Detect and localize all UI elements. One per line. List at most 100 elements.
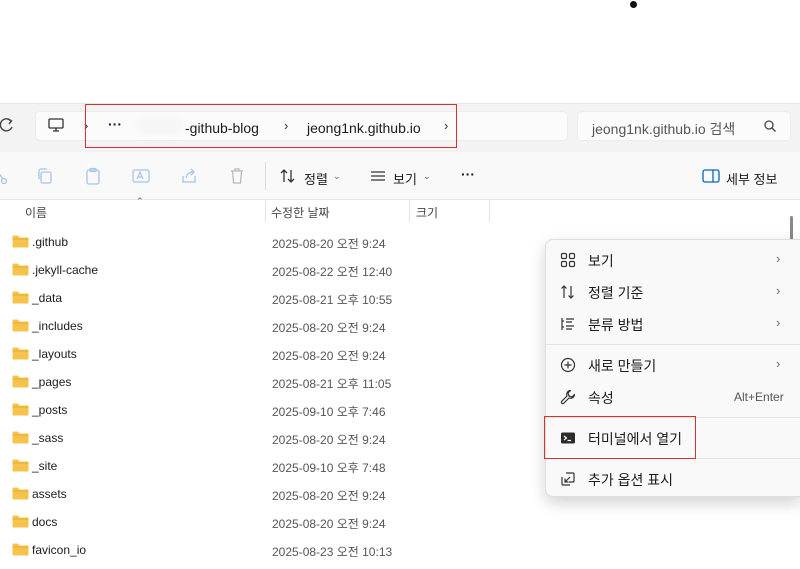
file-modified-date: 2025-08-21 오후 11:05 [272,377,392,391]
file-row[interactable]: .jekyll-cache 2025-08-22 오전 12:40 [0,256,540,284]
folder-icon [12,515,29,528]
sort-ascending-icon: ⌃ [136,196,144,206]
share-icon[interactable] [180,167,198,185]
delete-icon[interactable] [228,167,246,185]
details-pane-icon[interactable] [702,167,720,185]
cursor-dot [630,1,637,8]
menu-divider [546,344,800,345]
column-header-size[interactable]: 크기 [416,204,438,221]
file-row[interactable]: assets 2025-08-20 오전 9:24 [0,480,540,508]
column-header-name[interactable]: 이름 [25,204,47,221]
column-header-modified[interactable]: 수정한 날짜 [271,204,330,221]
refresh-icon[interactable] [0,117,14,135]
wrench-icon [560,389,576,405]
menu-item-properties[interactable]: 속성 Alt+Enter [546,382,800,412]
column-divider[interactable] [489,200,490,222]
file-modified-date: 2025-08-21 오후 10:55 [272,293,393,307]
menu-label: 분류 방법 [588,317,644,333]
file-name: _includes [32,319,83,333]
file-name: .github [32,235,69,249]
highlight-box-breadcrumb [85,104,457,148]
file-name: docs [32,515,58,529]
folder-icon [12,319,29,332]
file-modified-date: 2025-08-20 오전 9:24 [272,349,386,363]
folder-icon [12,291,29,304]
menu-item-sort-by[interactable]: 정렬 기준 › [546,277,800,307]
column-divider[interactable] [409,200,410,222]
file-name: _layouts [32,347,77,361]
chevron-right-icon: › [776,356,781,371]
file-modified-date: 2025-08-20 오전 9:24 [272,517,386,531]
folder-icon [12,375,29,388]
column-divider[interactable] [265,200,266,222]
view-button[interactable]: 보기 [393,169,417,188]
menu-label: 보기 [588,253,614,269]
folder-icon [12,431,29,444]
file-name: .jekyll-cache [32,263,99,277]
menu-label: 정렬 기준 [588,285,644,301]
cut-icon[interactable] [0,167,10,185]
sort-icon[interactable] [279,167,297,185]
menu-item-show-more-options[interactable]: 추가 옵션 표시 [546,464,800,494]
folder-icon [12,347,29,360]
menu-label: 속성 [588,390,614,406]
menu-item-view[interactable]: 보기 › [546,245,800,275]
folder-icon [12,263,29,276]
file-name: _posts [32,403,68,417]
file-name: _site [32,459,58,473]
folder-icon [12,235,29,248]
view-icon[interactable] [369,167,387,185]
file-row[interactable]: _posts 2025-09-10 오후 7:46 [0,396,540,424]
chevron-right-icon: › [776,251,781,266]
more-options-button[interactable]: ··· [461,166,475,182]
file-modified-date: 2025-09-10 오후 7:46 [272,405,386,419]
search-placeholder: jeong1nk.github.io 검색 [592,121,736,137]
folder-icon [12,487,29,500]
grid-view-icon [560,252,576,268]
menu-item-new[interactable]: 새로 만들기 › [546,350,800,380]
highlight-box-open-terminal [544,416,696,459]
file-name: _sass [32,431,64,445]
rename-icon[interactable] [132,167,150,185]
this-pc-icon[interactable] [48,118,64,132]
file-name: _pages [32,375,72,389]
sort-icon [560,284,576,300]
toolbar-divider [265,162,266,190]
folder-icon [12,403,29,416]
menu-label: 새로 만들기 [588,358,657,374]
file-row[interactable]: _data 2025-08-21 오후 10:55 [0,284,540,312]
details-button[interactable]: 세부 정보 [726,169,777,188]
file-modified-date: 2025-08-20 오전 9:24 [272,433,386,447]
keyboard-shortcut: Alt+Enter [734,390,784,404]
file-modified-date: 2025-08-20 오전 9:24 [272,321,386,335]
file-row[interactable]: _includes 2025-08-20 오전 9:24 [0,312,540,340]
file-row[interactable]: _site 2025-09-10 오후 7:48 [0,452,540,480]
chevron-down-icon: ⌄ [423,171,431,181]
add-circle-icon [560,357,576,373]
search-icon[interactable] [763,119,777,133]
file-modified-date: 2025-09-10 오후 7:48 [272,461,386,475]
folder-icon [12,459,29,472]
chevron-right-icon: › [776,283,781,298]
menu-label: 추가 옵션 표시 [588,472,674,488]
sort-button[interactable]: 정렬 [304,169,328,188]
file-modified-date: 2025-08-20 오전 9:24 [272,237,386,251]
file-row[interactable]: _layouts 2025-08-20 오전 9:24 [0,340,540,368]
file-row[interactable]: _sass 2025-08-20 오전 9:24 [0,424,540,452]
file-name: assets [32,487,67,501]
file-row[interactable]: docs 2025-08-20 오전 9:24 [0,508,540,536]
chevron-down-icon: ⌄ [333,171,341,181]
file-row[interactable]: favicon_io 2025-08-23 오전 10:13 [0,536,540,564]
file-modified-date: 2025-08-20 오전 9:24 [272,489,386,503]
file-name: _data [32,291,63,305]
file-modified-date: 2025-08-23 오전 10:13 [272,545,393,559]
file-row[interactable]: .github 2025-08-20 오전 9:24 [0,228,540,256]
folder-icon [12,543,29,556]
chevron-right-icon: › [776,315,781,330]
copy-icon[interactable] [36,167,54,185]
paste-icon[interactable] [84,167,102,185]
show-more-options-icon [560,471,576,487]
file-modified-date: 2025-08-22 오전 12:40 [272,265,393,279]
menu-item-group-by[interactable]: 분류 방법 › [546,309,800,339]
file-row[interactable]: _pages 2025-08-21 오후 11:05 [0,368,540,396]
